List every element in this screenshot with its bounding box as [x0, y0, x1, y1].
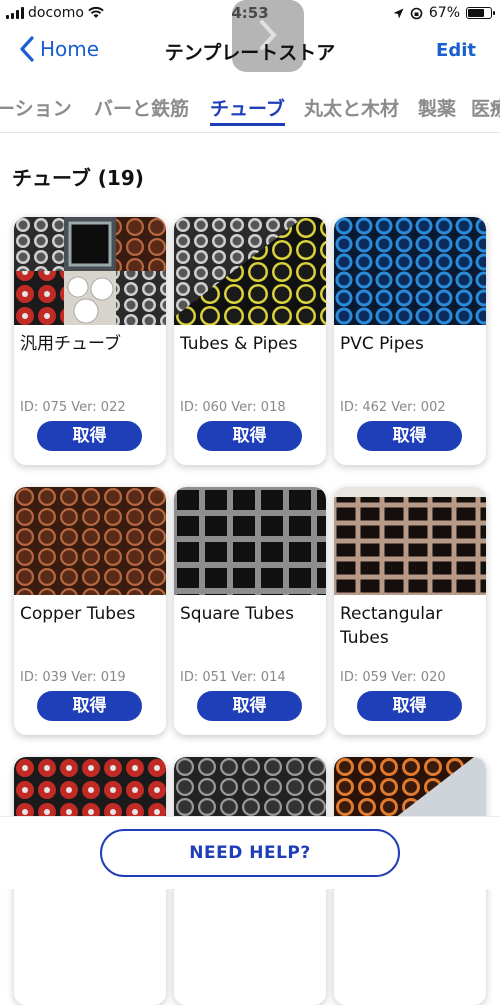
- template-card[interactable]: PVC Pipes ID: 462 Ver: 002 取得: [334, 217, 486, 465]
- template-thumbnail: [14, 487, 166, 595]
- template-meta: ID: 039 Ver: 019: [20, 670, 126, 685]
- template-name: Square Tubes: [180, 604, 294, 624]
- template-name: 汎用チューブ: [20, 334, 121, 354]
- rotation-lock-icon: [410, 7, 423, 19]
- tab-logs-lumber[interactable]: 丸太と木材: [304, 94, 399, 121]
- template-name: Copper Tubes: [20, 604, 136, 624]
- tabs-divider: [0, 132, 500, 133]
- tab-category[interactable]: ーション: [0, 94, 72, 121]
- template-card[interactable]: 汎用チューブ ID: 075 Ver: 022 取得: [14, 217, 166, 465]
- get-button[interactable]: 取得: [37, 421, 142, 451]
- navigation-bar: Home テンプレートストア Edit: [0, 28, 500, 74]
- template-name: PVC Pipes: [340, 334, 424, 354]
- get-button[interactable]: 取得: [197, 691, 302, 721]
- template-name: Rectangular Tubes: [340, 604, 443, 648]
- tab-pharma[interactable]: 製薬: [418, 94, 456, 121]
- template-card[interactable]: Copper Tubes ID: 039 Ver: 019 取得: [14, 487, 166, 735]
- template-thumbnail: [334, 487, 486, 595]
- template-meta: ID: 075 Ver: 022: [20, 400, 126, 415]
- tab-tubes[interactable]: チューブ: [210, 94, 285, 126]
- location-icon: [393, 8, 404, 18]
- category-tabs: ーション バーと鉄筋 チューブ 丸太と木材 製薬 医療: [0, 90, 500, 130]
- template-meta: ID: 060 Ver: 018: [180, 400, 286, 415]
- battery-percent: 67%: [428, 5, 460, 21]
- template-card[interactable]: Tubes & Pipes ID: 060 Ver: 018 取得: [174, 217, 326, 465]
- template-thumbnail: [14, 217, 166, 325]
- get-button[interactable]: 取得: [357, 421, 462, 451]
- template-meta: ID: 051 Ver: 014: [180, 670, 286, 685]
- template-thumbnail: [174, 487, 326, 595]
- get-button[interactable]: 取得: [37, 691, 142, 721]
- get-button[interactable]: 取得: [197, 421, 302, 451]
- template-meta: ID: 462 Ver: 002: [340, 400, 446, 415]
- section-title: チューブ (19): [12, 166, 144, 190]
- template-thumbnail: [174, 217, 326, 325]
- get-button[interactable]: 取得: [357, 691, 462, 721]
- bottom-bar: NEED HELP?: [0, 816, 500, 889]
- need-help-button[interactable]: NEED HELP?: [100, 829, 400, 877]
- battery-icon: [466, 7, 495, 19]
- tab-bars-rebar[interactable]: バーと鉄筋: [94, 94, 189, 121]
- template-card[interactable]: Rectangular Tubes ID: 059 Ver: 020 取得: [334, 487, 486, 735]
- template-thumbnail: [334, 217, 486, 325]
- tab-medical[interactable]: 医療: [471, 94, 500, 121]
- template-meta: ID: 059 Ver: 020: [340, 670, 446, 685]
- page-title: テンプレートストア: [164, 42, 336, 64]
- template-card[interactable]: Square Tubes ID: 051 Ver: 014 取得: [174, 487, 326, 735]
- edit-button[interactable]: Edit: [436, 40, 476, 61]
- template-name: Tubes & Pipes: [180, 334, 298, 354]
